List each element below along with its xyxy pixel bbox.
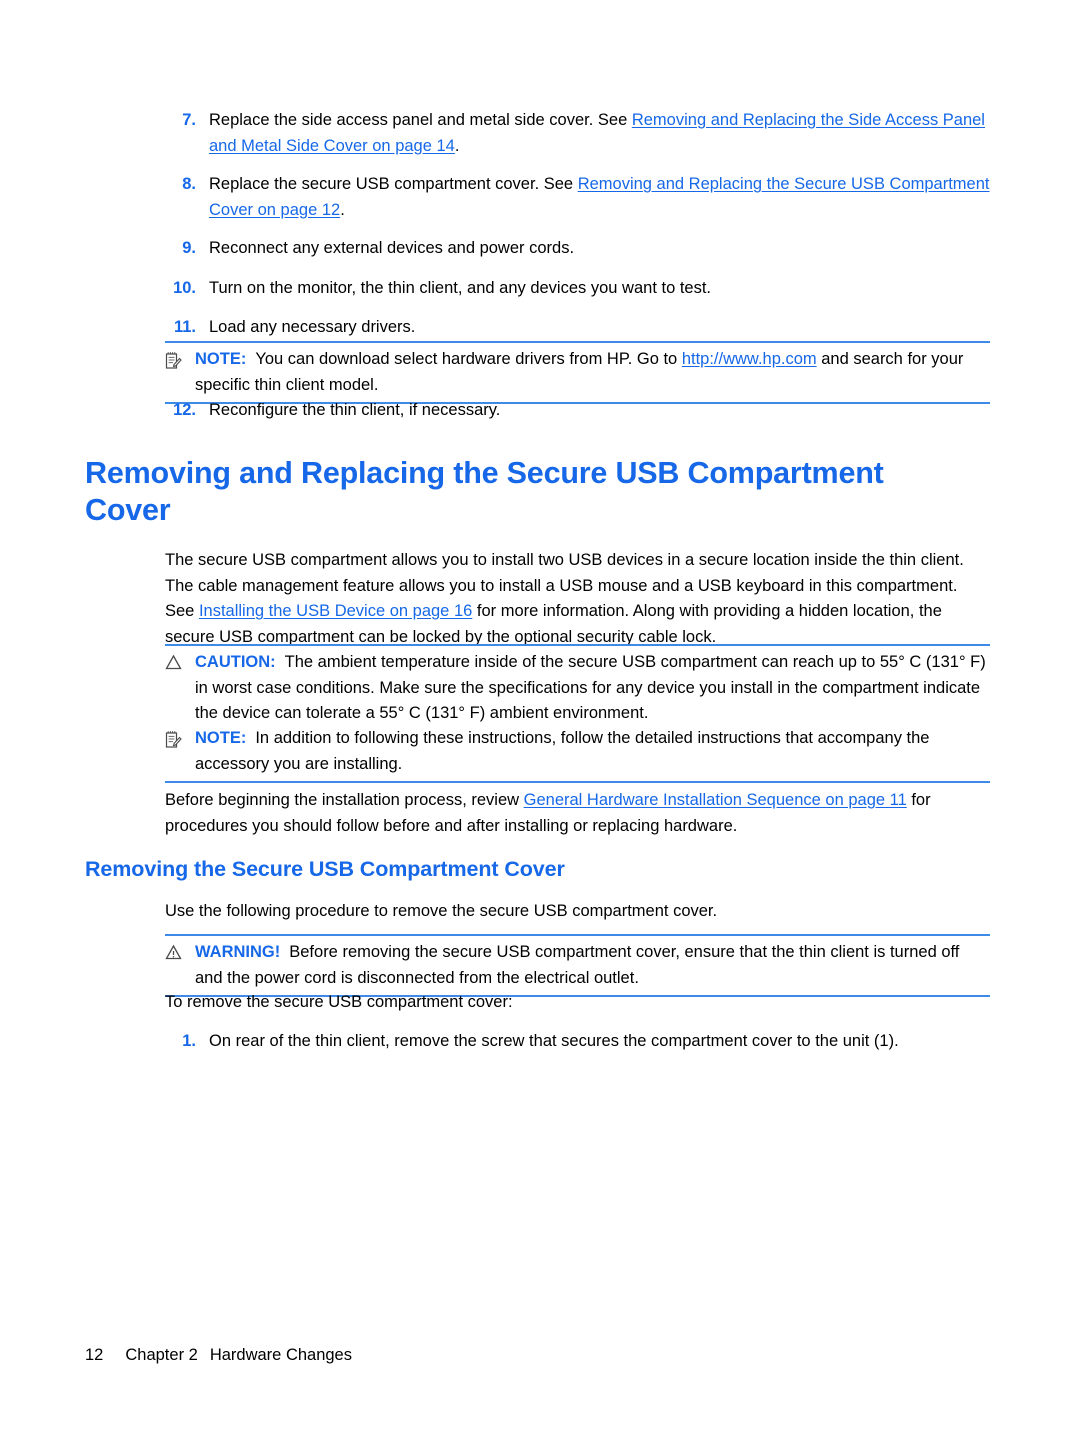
list-item-text-pre: Replace the side access panel and metal … xyxy=(209,111,632,129)
list-item: 12. Reconfigure the thin client, if nece… xyxy=(165,398,990,424)
list-item-text: Load any necessary drivers. xyxy=(209,318,416,336)
steps-list-top: 7. Replace the side access panel and met… xyxy=(165,108,990,341)
list-item-number: 7. xyxy=(182,111,196,129)
note-icon xyxy=(165,726,195,749)
footer-chapter-title: Hardware Changes xyxy=(209,1346,352,1364)
warning-text-body: Before removing the secure USB compartme… xyxy=(195,943,960,987)
warning-block-power: WARNING! Before removing the secure USB c… xyxy=(165,934,990,997)
list-item-number: 1. xyxy=(182,1032,196,1050)
list-item-number: 10. xyxy=(173,278,196,297)
list-item-text: Replace the secure USB compartment cover… xyxy=(209,172,990,223)
list-item-text-pre: Replace the secure USB compartment cover… xyxy=(209,175,578,193)
note-block-accessory: NOTE: In addition to following these inst… xyxy=(165,722,990,783)
section-title: Removing the Secure USB Compartment Cove… xyxy=(85,857,565,881)
caution-text-body: The ambient temperature inside of the se… xyxy=(195,653,986,722)
list-item-text: Reconfigure the thin client, if necessar… xyxy=(209,401,501,419)
caution-triangle-icon xyxy=(165,650,195,671)
caution-text: CAUTION: The ambient temperature inside o… xyxy=(195,650,990,727)
use-procedure-paragraph: Use the following procedure to remove th… xyxy=(165,902,718,920)
intro-paragraph: The secure USB compartment allows you to… xyxy=(165,548,990,650)
list-item-text: Turn on the monitor, the thin client, an… xyxy=(209,278,712,297)
note-label: NOTE: xyxy=(195,729,247,747)
list-item-number: 11. xyxy=(173,318,196,336)
list-item: 8. Replace the secure USB compartment co… xyxy=(165,172,990,223)
list-item-number: 12. xyxy=(173,401,196,419)
steps-list-bottom: 1. On rear of the thin client, remove th… xyxy=(165,1029,990,1055)
note-text: NOTE: You can download select hardware dr… xyxy=(195,347,990,398)
list-item-text-post: . xyxy=(454,136,460,155)
list-item: 7. Replace the side access panel and met… xyxy=(165,108,990,159)
note-icon xyxy=(165,347,195,370)
note-text-body: In addition to following these instructi… xyxy=(195,729,930,773)
cross-reference-link[interactable]: General Hardware Installation Sequence o… xyxy=(524,791,907,809)
before-paragraph-pre: Before beginning the installation proces… xyxy=(165,791,524,809)
caution-label: CAUTION: xyxy=(195,653,276,671)
note-label: NOTE: xyxy=(195,350,247,368)
list-item-text: On rear of the thin client, remove the s… xyxy=(209,1032,899,1050)
warning-label: WARNING! xyxy=(195,943,281,961)
list-item-number: 9. xyxy=(182,239,196,257)
list-item-text: Replace the side access panel and metal … xyxy=(209,108,990,159)
to-remove-paragraph: To remove the secure USB compartment cov… xyxy=(165,993,513,1011)
footer-page-number: 12 xyxy=(85,1346,104,1364)
before-beginning-paragraph: Before beginning the installation proces… xyxy=(165,788,990,839)
document-page: 7. Replace the side access panel and met… xyxy=(0,0,1080,1437)
list-item: 1. On rear of the thin client, remove th… xyxy=(165,1029,990,1055)
note-text: NOTE: In addition to following these inst… xyxy=(195,726,990,777)
cross-reference-link[interactable]: Installing the USB Device on page 16 xyxy=(199,602,472,620)
steps-list-step12: 12. Reconfigure the thin client, if nece… xyxy=(165,398,990,424)
list-item-text-post: . xyxy=(340,200,345,219)
footer-chapter: Chapter 2 xyxy=(125,1346,198,1364)
page-title: Removing and Replacing the Secure USB Co… xyxy=(85,456,884,527)
caution-block-temperature: CAUTION: The ambient temperature inside o… xyxy=(165,644,990,731)
list-item: 10. Turn on the monitor, the thin client… xyxy=(165,276,990,302)
page-footer: 12 Chapter 2 Hardware Changes xyxy=(85,1346,352,1365)
list-item-text: Reconnect any external devices and power… xyxy=(209,239,575,257)
list-item: 9. Reconnect any external devices and po… xyxy=(165,236,990,262)
note-text-pre: You can download select hardware drivers… xyxy=(255,350,682,368)
list-item: 11. Load any necessary drivers. xyxy=(165,315,990,341)
warning-triangle-icon xyxy=(165,940,195,961)
warning-text: WARNING! Before removing the secure USB c… xyxy=(195,940,990,991)
list-item-number: 8. xyxy=(182,175,196,193)
note-block-drivers: NOTE: You can download select hardware dr… xyxy=(165,341,990,404)
external-url-link[interactable]: http://www.hp.com xyxy=(682,350,817,368)
